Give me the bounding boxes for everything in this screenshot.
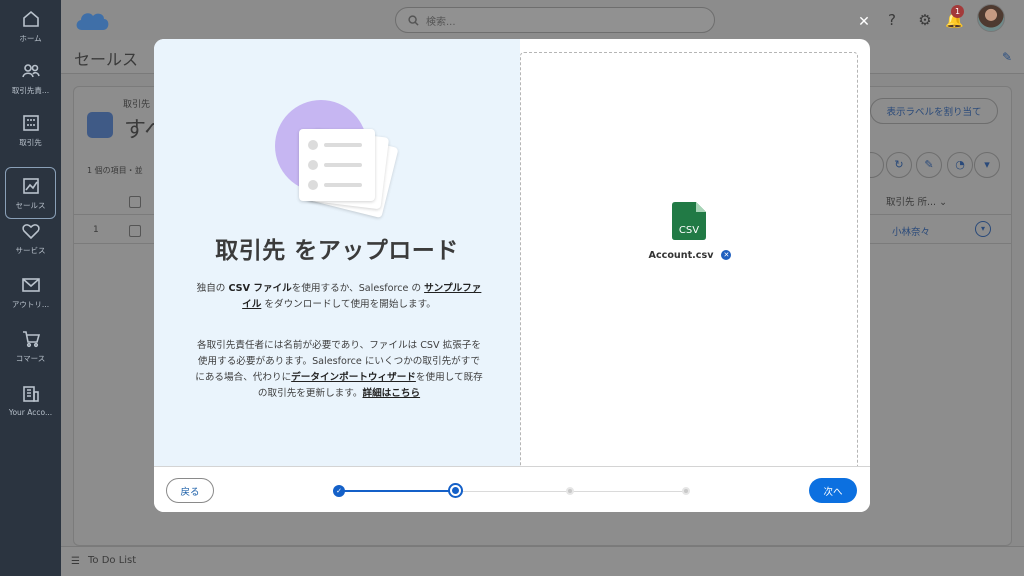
sidebar-item-commerce[interactable]: コマース (0, 320, 61, 372)
sidebar-item-contacts[interactable]: 取引先責... (0, 52, 61, 104)
list-item-count: 1 個の項目・並 (87, 166, 143, 175)
filter-button[interactable]: ▾ (974, 152, 1000, 178)
uploaded-file: Account.csv ✕ (521, 250, 859, 261)
sales-chart-icon (22, 177, 39, 194)
sidebar-item-label: コマース (15, 353, 46, 363)
csv-instructions: 独自の CSV ファイルを使用するか、Salesforce の サンプルファイル… (194, 281, 484, 313)
sidebar-item-label: 取引先責... (11, 85, 50, 95)
csv-file-text: CSV ファイル (228, 283, 292, 294)
home-icon (22, 10, 39, 27)
global-header: 検索... ? ⚙ 🔔 1 (61, 0, 1024, 40)
remove-file-icon[interactable]: ✕ (721, 250, 732, 260)
column-header-label: 取引先 所... (886, 197, 937, 208)
global-search-input[interactable]: 検索... (395, 7, 715, 33)
row-action-menu[interactable]: ▾ (975, 221, 991, 237)
app-sidebar: ホーム 取引先責... 取引先 セールス サービス アウトリ... コマース Y… (0, 0, 61, 576)
file-drop-zone[interactable]: CSV Account.csv ✕ (520, 52, 858, 466)
sidebar-item-outreach[interactable]: アウトリ... (0, 266, 61, 318)
next-button[interactable]: 次へ (809, 478, 857, 503)
upload-modal: 取引先 をアップロード 独自の CSV ファイルを使用するか、Salesforc… (154, 39, 870, 512)
notification-badge: 1 (951, 5, 964, 18)
file-type-label: CSV (679, 225, 699, 236)
accounts-icon (22, 385, 39, 402)
step-1-complete-icon: ✓ (333, 485, 345, 497)
refresh-button[interactable]: ↻ (886, 152, 912, 178)
instructions-panel: 取引先 をアップロード 独自の CSV ファイルを使用するか、Salesforc… (154, 39, 520, 466)
row-number: 1 (93, 225, 99, 235)
sidebar-item-label: Your Acco... (8, 407, 53, 417)
edit-list-button[interactable]: ✎ (916, 152, 942, 178)
file-name: Account.csv (648, 250, 714, 261)
assign-label-button[interactable]: 表示ラベルを割り当て (870, 98, 998, 124)
text-fragment: をダウンロードして使用を開始します。 (261, 299, 436, 310)
heart-icon (21, 223, 40, 239)
contacts-icon (21, 63, 40, 77)
text-fragment: を使用するか、Salesforce の (291, 283, 425, 294)
list-object-label: 取引先 (123, 100, 151, 110)
chart-button[interactable]: ◔ (947, 152, 973, 178)
text-fragment: 独自の (196, 283, 229, 294)
learn-more-link[interactable]: 詳細はこちら (363, 388, 421, 399)
utility-bar: ☰ To Do List (61, 546, 1024, 576)
step-4 (682, 487, 690, 495)
document-list-icon (299, 129, 375, 201)
step-2-current (448, 483, 463, 498)
step-3 (566, 487, 574, 495)
sidebar-item-label: セールス (15, 200, 46, 210)
progress-completed (339, 490, 455, 492)
row-checkbox[interactable] (129, 225, 141, 237)
envelope-icon (21, 277, 40, 292)
cloud-logo (76, 13, 109, 30)
import-wizard-link[interactable]: データインポートウィザード (291, 372, 416, 383)
back-button[interactable]: 戻る (166, 478, 214, 503)
requirements-text: 各取引先責任者には名前が必要であり、ファイルは CSV 拡張子を使用する必要があ… (194, 338, 484, 402)
help-icon[interactable]: ? (883, 11, 901, 29)
modal-title: 取引先 をアップロード (215, 238, 459, 264)
csv-file-icon: CSV (672, 202, 706, 240)
list-icon: ☰ (71, 556, 80, 567)
cart-icon (22, 330, 40, 347)
todo-list-button[interactable]: To Do List (88, 555, 136, 566)
column-header-owner[interactable]: 取引先 所... ⌄ (886, 194, 947, 208)
avatar[interactable] (977, 4, 1005, 32)
sidebar-item-service[interactable]: サービス (0, 212, 61, 264)
sidebar-item-accounts[interactable]: 取引先 (0, 104, 61, 156)
search-placeholder: 検索... (426, 16, 456, 28)
owner-link[interactable]: 小林奈々 (892, 224, 930, 238)
sidebar-item-label: アウトリ... (11, 299, 50, 309)
edit-nav-icon[interactable]: ✎ (1002, 50, 1012, 64)
building-icon (22, 114, 39, 131)
select-all-checkbox[interactable] (129, 196, 141, 208)
sidebar-item-home[interactable]: ホーム (0, 0, 61, 52)
modal-footer: 戻る ✓ 次へ (154, 466, 870, 512)
page-title: セールス (74, 50, 139, 69)
sidebar-item-label: 取引先 (19, 137, 42, 147)
gear-icon[interactable]: ⚙ (916, 11, 934, 29)
search-icon (408, 14, 419, 26)
close-modal-button[interactable]: ✕ (856, 14, 872, 30)
sidebar-item-label: ホーム (19, 33, 42, 43)
list-object-icon (87, 112, 113, 138)
sidebar-item-your-accounts[interactable]: Your Acco... (0, 374, 61, 426)
sidebar-item-label: サービス (15, 245, 46, 255)
